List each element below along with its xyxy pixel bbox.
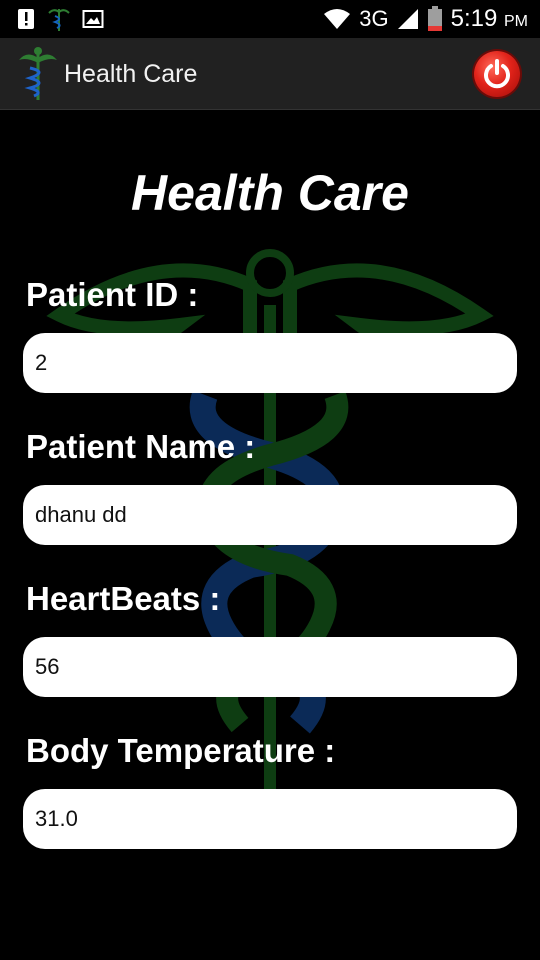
patient-id-label: Patient ID : (26, 276, 199, 313)
network-type-label: 3G (359, 6, 389, 31)
clock-time: 5:19 (450, 5, 498, 32)
caduceus-notification-icon (48, 9, 70, 31)
patient-name-field[interactable] (23, 485, 517, 545)
app-bar: Health Care (0, 38, 540, 110)
battery-icon (427, 6, 442, 31)
image-notification-icon (82, 10, 104, 28)
clock-ampm: PM (504, 13, 528, 30)
body-temperature-field[interactable] (23, 789, 517, 849)
status-notifications (16, 4, 104, 34)
signal-strength-icon (397, 9, 418, 29)
clock: 5:19 PM (451, 5, 528, 33)
status-indicators: 3G 5:19 PM (323, 4, 528, 34)
body-temperature-label: Body Temperature : (26, 732, 336, 769)
wifi-icon (324, 9, 351, 29)
power-icon (484, 59, 510, 89)
main-content: Health Care Patient ID : Patient Name : … (0, 110, 540, 960)
patient-name-label: Patient Name : (26, 428, 256, 465)
heartbeats-label: HeartBeats : (26, 580, 221, 617)
caduceus-logo-icon (19, 47, 57, 100)
heartbeats-field[interactable] (23, 637, 517, 697)
power-button[interactable] (474, 51, 520, 97)
app-bar-title: Health Care (64, 60, 198, 88)
page-title: Health Care (131, 165, 409, 221)
patient-id-field[interactable] (23, 333, 517, 393)
status-bar: 3G 5:19 PM (0, 0, 540, 38)
alert-notification-icon (18, 9, 34, 29)
